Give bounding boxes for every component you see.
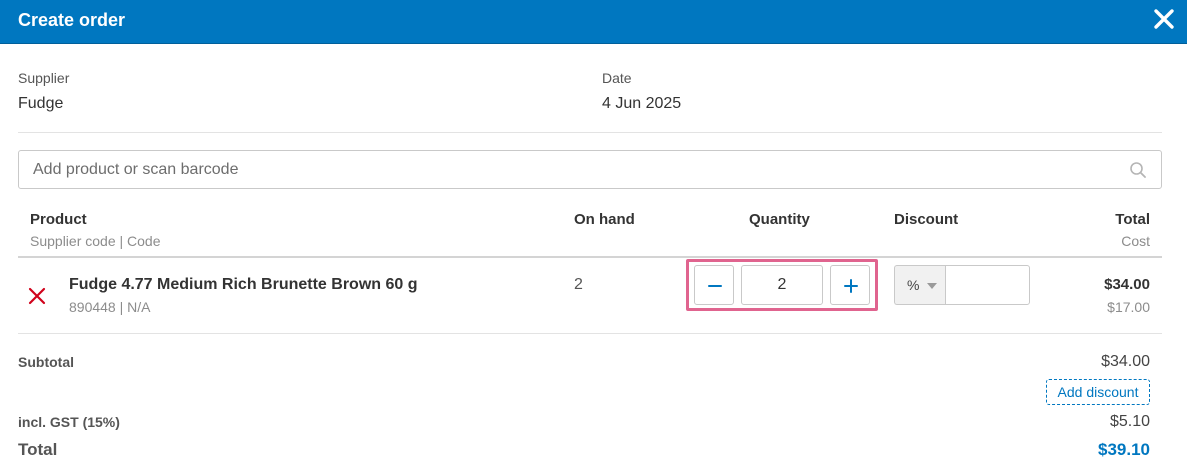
table-header-divider [18, 256, 1162, 258]
close-icon[interactable] [1151, 6, 1177, 32]
column-header-discount: Discount [894, 211, 959, 228]
gst-value: $5.10 [1109, 413, 1150, 430]
date-label: Date [602, 70, 632, 86]
gst-label: incl. GST (15%) [18, 414, 120, 430]
section-divider [18, 132, 1162, 133]
discount-value-input[interactable] [945, 265, 1030, 305]
discount-type-value: % [907, 277, 920, 293]
subtotal-value: $34.00 [1101, 353, 1150, 370]
subtotal-label: Subtotal [18, 354, 74, 370]
row-cost: $17.00 [1107, 299, 1150, 315]
product-search-box [18, 150, 1162, 189]
modal-header: Create order [0, 0, 1187, 44]
product-name: Fudge 4.77 Medium Rich Brunette Brown 60… [69, 276, 418, 293]
column-header-on-hand: On hand [574, 211, 635, 228]
search-icon[interactable] [1129, 161, 1147, 179]
product-codes: 890448 | N/A [69, 299, 151, 315]
quantity-increment-button[interactable] [830, 265, 870, 305]
column-subheader-codes: Supplier code | Code [30, 233, 161, 249]
quantity-input[interactable] [741, 265, 823, 305]
supplier-label: Supplier [18, 70, 70, 86]
column-header-quantity: Quantity [749, 211, 810, 228]
discount-type-select[interactable]: % [894, 265, 946, 305]
row-total: $34.00 [1104, 276, 1150, 293]
remove-row-icon[interactable] [27, 286, 47, 306]
chevron-down-icon [927, 283, 937, 289]
total-label: Total [18, 440, 58, 459]
product-search-input[interactable] [33, 160, 1093, 180]
add-discount-button[interactable]: Add discount [1046, 379, 1150, 405]
column-header-total: Total [1115, 211, 1150, 228]
on-hand-value: 2 [574, 276, 583, 293]
modal-title: Create order [18, 10, 126, 30]
plus-icon [844, 279, 858, 293]
supplier-value: Fudge [18, 95, 64, 112]
minus-icon [708, 285, 722, 287]
column-subheader-cost: Cost [1121, 233, 1150, 249]
quantity-decrement-button[interactable] [694, 265, 734, 305]
row-divider [18, 333, 1162, 334]
total-value: $39.10 [1098, 440, 1150, 459]
date-value: 4 Jun 2025 [602, 95, 682, 112]
column-header-product: Product [30, 211, 87, 228]
